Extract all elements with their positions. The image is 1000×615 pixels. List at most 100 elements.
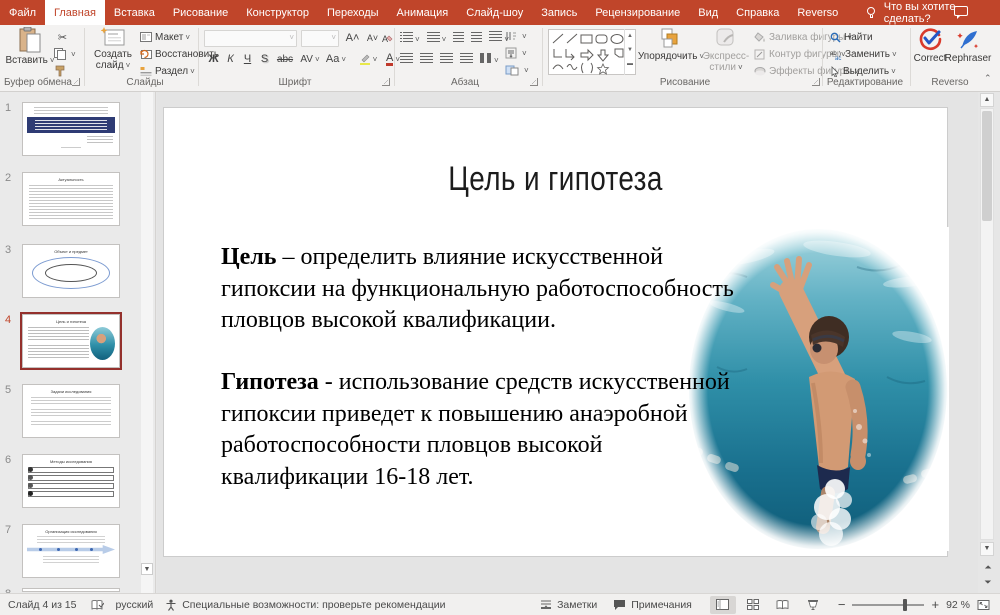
view-sorter-button[interactable] — [740, 596, 766, 614]
reverso-rephraser-button[interactable]: Rephraser — [948, 27, 988, 75]
change-case-button[interactable]: Aa — [323, 51, 349, 68]
tab-transitions[interactable]: Переходы — [318, 0, 388, 25]
char-spacing-button[interactable]: AV — [297, 51, 323, 68]
zoom-in-button[interactable]: + — [931, 597, 939, 612]
zoom-out-button[interactable]: − — [838, 597, 846, 612]
copy-button[interactable] — [54, 46, 76, 62]
find-button[interactable]: Найти — [830, 29, 873, 45]
slide-body-text[interactable]: Цель – определить влияние искусственной … — [221, 242, 749, 494]
slide-thumbnail-6[interactable]: Методы исследования — [22, 454, 120, 508]
decrease-indent-button[interactable] — [453, 32, 464, 45]
underline-button[interactable]: Ч — [239, 51, 256, 68]
shapes-scroll[interactable]: ▲▼▬ — [624, 29, 635, 75]
tab-review[interactable]: Рецензирование — [586, 0, 689, 25]
slide-counter[interactable]: Слайд 4 из 15 — [8, 599, 77, 611]
slide-thumbnail-4[interactable]: Цель и гипотеза — [22, 314, 120, 368]
view-normal-button[interactable] — [710, 596, 736, 614]
comments-button[interactable]: Примечания — [613, 599, 692, 611]
tell-me-box[interactable]: Что вы хотите сделать? — [865, 0, 1000, 25]
shapes-gallery[interactable] — [548, 29, 636, 75]
cut-button[interactable]: ✂ — [54, 29, 71, 45]
italic-button[interactable]: К — [222, 51, 239, 68]
slide-thumbnail-7[interactable]: Организация исследования — [22, 524, 120, 578]
status-bar: Слайд 4 из 15 русский Специальные возмож… — [0, 593, 1000, 615]
paste-button[interactable]: Вставить — [8, 27, 52, 75]
tab-file[interactable]: Файл — [0, 0, 45, 25]
align-text-button[interactable] — [505, 45, 527, 61]
zoom-slider-handle[interactable] — [903, 599, 907, 611]
tab-design[interactable]: Конструктор — [237, 0, 318, 25]
reverso-correct-button[interactable]: Correct — [914, 27, 946, 75]
notes-button[interactable]: Заметки — [540, 599, 597, 611]
slide-thumbnail-2[interactable]: Актуальность — [22, 172, 120, 226]
drawing-dialog-launcher[interactable] — [812, 78, 820, 86]
thumb1-footer-text — [61, 147, 81, 150]
zoom-slider[interactable] — [852, 604, 924, 606]
comment-icon — [613, 599, 626, 611]
slide-title[interactable]: Цель и гипотеза — [234, 160, 876, 199]
text-direction-button[interactable] — [505, 28, 527, 44]
align-left-button[interactable] — [400, 53, 413, 66]
tab-view[interactable]: Вид — [689, 0, 727, 25]
thumb6-title: Методы исследования — [23, 459, 119, 464]
bold-button[interactable]: Ж — [205, 51, 222, 68]
zoom-level[interactable]: 92 % — [946, 599, 970, 611]
previous-slide-button[interactable]: ⏶⏷ — [982, 560, 994, 590]
tab-slideshow[interactable]: Слайд-шоу — [457, 0, 532, 25]
align-right-button[interactable] — [440, 53, 453, 66]
font-dialog-launcher[interactable] — [382, 78, 390, 86]
replace-button[interactable]: abac Заменить — [830, 46, 897, 62]
bullets-button[interactable] — [400, 32, 420, 45]
view-reading-button[interactable] — [770, 596, 796, 614]
comments-bubble-icon[interactable] — [954, 6, 968, 16]
tab-draw[interactable]: Рисование — [164, 0, 237, 25]
tab-insert[interactable]: Вставка — [105, 0, 164, 25]
fit-to-window-icon[interactable] — [977, 599, 990, 611]
collapse-ribbon-button[interactable]: ⌃ — [984, 73, 992, 84]
shrink-font-button[interactable]: A˅ — [364, 30, 381, 46]
increase-indent-button[interactable] — [471, 32, 482, 45]
layout-button[interactable]: Макет — [140, 29, 190, 45]
align-center-button[interactable] — [420, 53, 433, 66]
highlight-color-button[interactable] — [355, 51, 381, 68]
accessibility-checker[interactable]: Специальные возможности: проверьте реком… — [165, 599, 445, 611]
tab-record[interactable]: Запись — [532, 0, 586, 25]
tab-animations[interactable]: Анимация — [388, 0, 458, 25]
grow-font-button[interactable]: A˄ — [344, 30, 361, 46]
lightbulb-icon — [865, 7, 876, 19]
slide-canvas[interactable]: Цель и гипотеза Цель – определить влияни… — [163, 107, 948, 557]
slide-thumbnail-5[interactable]: Задачи исследования — [22, 384, 120, 438]
tab-reverso[interactable]: Reverso — [788, 0, 847, 25]
paragraph-dialog-launcher[interactable] — [530, 78, 538, 86]
clipboard-dialog-launcher[interactable] — [72, 78, 80, 86]
new-slide-button[interactable]: Создать слайд — [90, 27, 136, 75]
spellcheck-button[interactable] — [91, 599, 104, 611]
columns-button[interactable] — [480, 53, 499, 66]
tab-help[interactable]: Справка — [727, 0, 788, 25]
shapes-icons — [551, 31, 627, 75]
smartart-button[interactable] — [505, 62, 529, 78]
quick-styles-button[interactable]: Экспресс-стили — [702, 27, 750, 75]
language-button[interactable]: русский — [116, 599, 154, 611]
slide-thumbnail-1[interactable] — [22, 102, 120, 156]
view-slideshow-button[interactable] — [800, 596, 826, 614]
slide-thumbnail-8[interactable] — [22, 588, 120, 592]
arrange-button[interactable]: Упорядочить — [642, 27, 700, 75]
main-scrollbar-thumb[interactable] — [982, 111, 992, 221]
justify-button[interactable] — [460, 53, 473, 66]
tab-home[interactable]: Главная — [45, 0, 105, 25]
main-scrollbar-track[interactable] — [980, 108, 994, 540]
font-name-combo[interactable] — [204, 30, 297, 47]
thumb-number-1: 1 — [5, 102, 17, 114]
numbering-button[interactable] — [427, 32, 447, 45]
font-size-combo[interactable] — [301, 30, 339, 47]
clear-format-button[interactable]: A — [382, 30, 394, 46]
thumb-number-6: 6 — [5, 454, 17, 466]
thumbnail-scroll-down-icon[interactable]: ▼ — [141, 563, 153, 575]
slide-thumbnail-3[interactable]: Объект и предмет — [22, 244, 120, 298]
strikethrough-button[interactable]: abc — [273, 51, 297, 68]
scroll-up-icon[interactable]: ▲ — [980, 93, 994, 107]
text-shadow-button[interactable]: S — [256, 51, 273, 68]
scroll-down-icon[interactable]: ▼ — [980, 542, 994, 556]
thumbnail-scrollbar[interactable]: ▼ — [141, 92, 153, 593]
